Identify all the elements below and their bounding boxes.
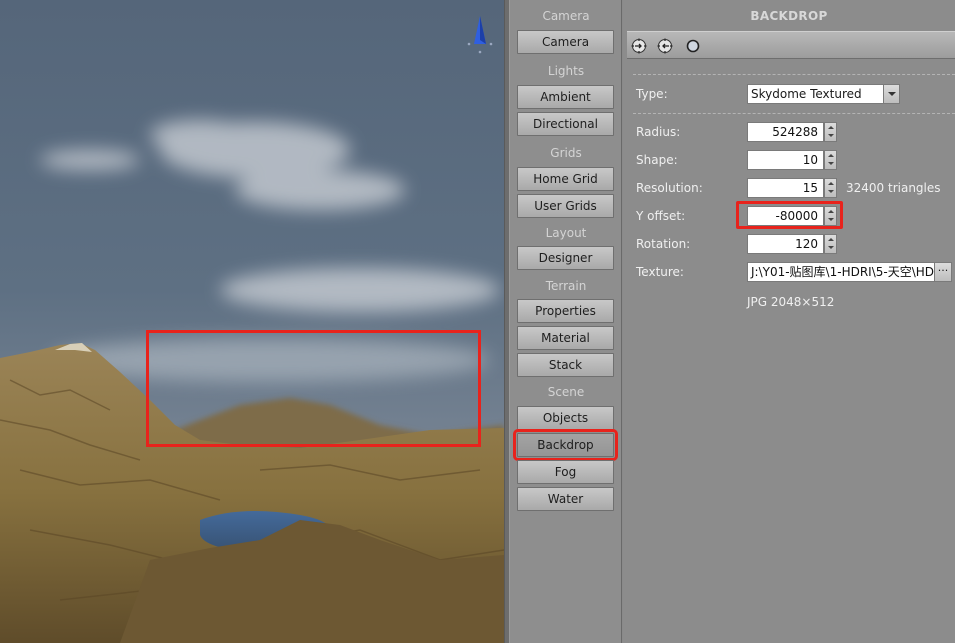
stack-button[interactable]: Stack	[517, 353, 614, 377]
radius-field[interactable]: 524288	[747, 122, 824, 142]
annotation-highlight-box	[736, 201, 843, 229]
nav-section-lights: Lights	[547, 64, 585, 78]
user-grids-button[interactable]: User Grids	[517, 194, 614, 218]
gear-in-icon[interactable]	[631, 38, 647, 54]
resolution-label: Resolution:	[636, 181, 703, 195]
rotation-spinner[interactable]	[824, 234, 837, 254]
shape-label: Shape:	[636, 153, 678, 167]
triangle-count: 32400 triangles	[846, 181, 941, 195]
ambient-button[interactable]: Ambient	[517, 85, 614, 109]
chevron-down-icon[interactable]	[883, 85, 899, 103]
directional-button[interactable]: Directional	[517, 112, 614, 136]
home-grid-button[interactable]: Home Grid	[517, 167, 614, 191]
radius-label: Radius:	[636, 125, 681, 139]
y-offset-label: Y offset:	[636, 209, 686, 223]
divider	[633, 113, 955, 114]
rotation-field[interactable]: 120	[747, 234, 824, 254]
terrain-viewport[interactable]	[0, 0, 504, 643]
resolution-spinner[interactable]	[824, 178, 837, 198]
designer-button[interactable]: Designer	[517, 246, 614, 270]
annotation-highlight-box	[146, 330, 481, 447]
backdrop-properties-panel: BACKDROP Type: Skydome Textured Radius: …	[623, 0, 955, 643]
circle-icon[interactable]	[685, 38, 701, 54]
scene-nav-panel: Camera Camera Lights Ambient Directional…	[510, 0, 622, 643]
nav-section-layout: Layout	[545, 226, 587, 240]
water-button[interactable]: Water	[517, 487, 614, 511]
browse-button[interactable]: ···	[934, 262, 952, 282]
panel-toolbar	[627, 31, 955, 59]
objects-button[interactable]: Objects	[517, 406, 614, 430]
camera-button[interactable]: Camera	[517, 30, 614, 54]
shape-field[interactable]: 10	[747, 150, 824, 170]
texture-label: Texture:	[636, 265, 684, 279]
texture-info: JPG 2048×512	[747, 295, 835, 309]
backdrop-button[interactable]: Backdrop	[513, 429, 618, 461]
type-dropdown[interactable]: Skydome Textured	[747, 84, 900, 104]
properties-button[interactable]: Properties	[517, 299, 614, 323]
material-button[interactable]: Material	[517, 326, 614, 350]
radius-spinner[interactable]	[824, 122, 837, 142]
nav-section-camera: Camera	[542, 9, 590, 23]
gear-out-icon[interactable]	[657, 38, 673, 54]
type-label: Type:	[636, 87, 668, 101]
panel-title: BACKDROP	[750, 9, 828, 23]
nav-section-scene: Scene	[547, 385, 585, 399]
terrain-render	[0, 0, 504, 643]
resolution-field[interactable]: 15	[747, 178, 824, 198]
texture-path-field[interactable]: J:\Y01-贴图库\1-HDRI\5-天空\HD	[747, 262, 935, 282]
rotation-label: Rotation:	[636, 237, 691, 251]
nav-section-terrain: Terrain	[545, 279, 587, 293]
divider	[633, 74, 955, 75]
orientation-gizmo-icon[interactable]	[464, 14, 496, 54]
shape-spinner[interactable]	[824, 150, 837, 170]
type-value: Skydome Textured	[751, 87, 862, 101]
fog-button[interactable]: Fog	[517, 460, 614, 484]
nav-section-grids: Grids	[550, 146, 582, 160]
